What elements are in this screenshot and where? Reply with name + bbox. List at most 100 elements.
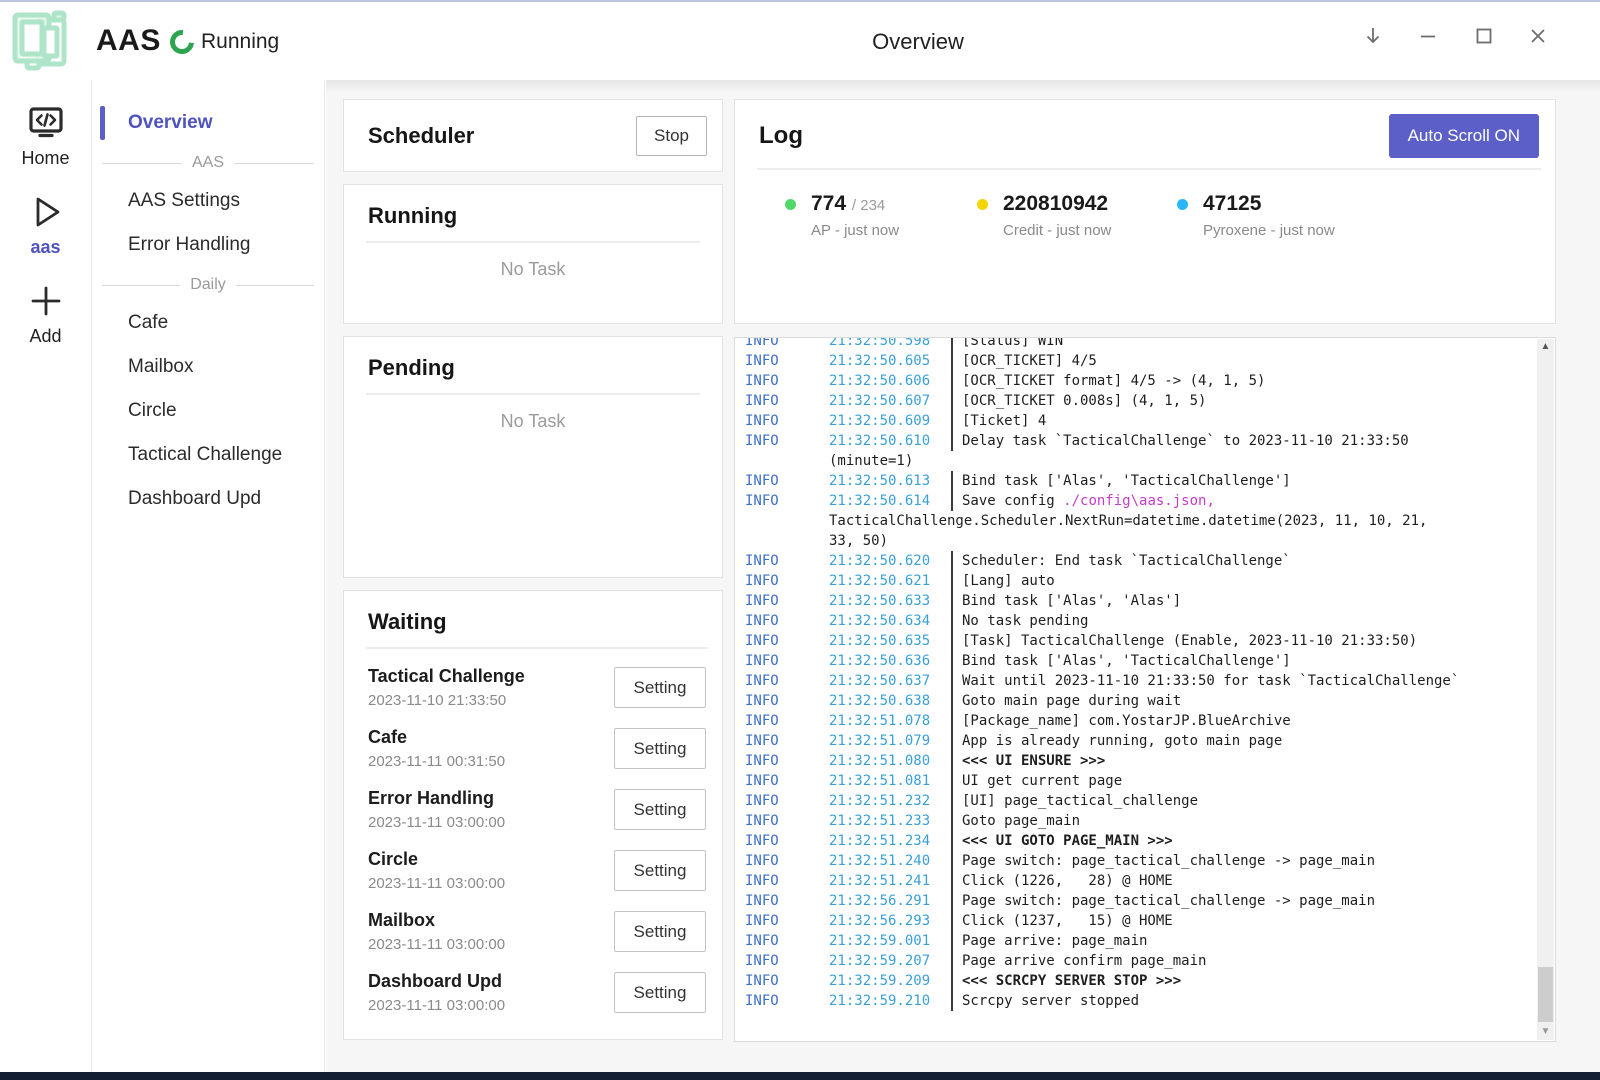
task-setting-button-circle[interactable]: Setting bbox=[614, 850, 706, 891]
waiting-task-row: Tactical Challenge2023-11-10 21:33:50Set… bbox=[368, 657, 706, 718]
log-separator bbox=[951, 651, 953, 671]
window-bottom-edge bbox=[0, 1072, 1600, 1080]
stat-value-suffix: / 234 bbox=[852, 197, 885, 214]
nav-item-cafe[interactable]: Cafe bbox=[92, 302, 324, 344]
log-line: INFO21:32:50.635[Task] TacticalChallenge… bbox=[745, 631, 1555, 651]
pending-card: Pending No Task bbox=[343, 336, 723, 578]
log-level: INFO bbox=[745, 391, 829, 411]
log-timestamp: 21:32:50.614 bbox=[829, 491, 951, 511]
log-timestamp: 21:32:50.620 bbox=[829, 551, 951, 571]
log-separator bbox=[951, 911, 953, 931]
log-level: INFO bbox=[745, 631, 829, 651]
log-timestamp: 21:32:59.210 bbox=[829, 991, 951, 1011]
app-title: AAS bbox=[96, 24, 161, 58]
task-setting-button-tactical-challenge[interactable]: Setting bbox=[614, 667, 706, 708]
log-separator bbox=[951, 891, 953, 911]
log-message: [OCR_TICKET] 4/5 bbox=[962, 351, 1097, 371]
log-message: [Task] TacticalChallenge (Enable, 2023-1… bbox=[962, 631, 1417, 651]
log-message: [Package_name] com.YostarJP.BlueArchive bbox=[962, 711, 1291, 731]
task-setting-button-error-handling[interactable]: Setting bbox=[614, 789, 706, 830]
log-level: INFO bbox=[745, 751, 829, 771]
log-title: Log bbox=[759, 122, 803, 150]
close-button[interactable] bbox=[1515, 16, 1561, 56]
log-level: INFO bbox=[745, 351, 829, 371]
log-message: Save config ./config\aas.json, bbox=[962, 491, 1215, 511]
nav-item-aas-settings[interactable]: AAS Settings bbox=[92, 180, 324, 222]
stat-label: Pyroxene - just now bbox=[1203, 222, 1335, 239]
scheduler-status-text: Running bbox=[201, 30, 279, 54]
scheduler-card: Scheduler Stop bbox=[343, 99, 723, 172]
stat-dot-icon bbox=[977, 199, 988, 210]
waiting-title: Waiting bbox=[368, 609, 706, 635]
nav-item-dashboard-upd[interactable]: Dashboard Upd bbox=[92, 478, 324, 520]
log-separator bbox=[951, 571, 953, 591]
log-level: INFO bbox=[745, 931, 829, 951]
log-config-path: ./config\aas.json, bbox=[1063, 493, 1215, 509]
task-setting-button-cafe[interactable]: Setting bbox=[614, 728, 706, 769]
titlebar: AAS Running Overview bbox=[0, 2, 1600, 80]
stat-label: Credit - just now bbox=[1003, 222, 1111, 239]
scheduler-title: Scheduler bbox=[368, 123, 474, 149]
log-level: INFO bbox=[745, 791, 829, 811]
log-message: Delay task `TacticalChallenge` to 2023-1… bbox=[962, 431, 1409, 451]
log-separator bbox=[951, 411, 953, 431]
log-separator bbox=[951, 631, 953, 651]
log-view[interactable]: INFO21:32:50.598[Status] WININFO21:32:50… bbox=[734, 337, 1556, 1042]
log-line: INFO21:32:50.636Bind task ['Alas', 'Tact… bbox=[745, 651, 1555, 671]
scroll-down-arrow-icon[interactable]: ▼ bbox=[1537, 1024, 1554, 1040]
log-message: Page switch: page_tactical_challenge -> … bbox=[962, 851, 1375, 871]
log-vertical-scrollbar[interactable]: ▲ ▼ bbox=[1537, 339, 1554, 1040]
log-line: INFO21:32:51.234<<< UI GOTO PAGE_MAIN >>… bbox=[745, 831, 1555, 851]
nav-item-circle[interactable]: Circle bbox=[92, 390, 324, 432]
home-icon bbox=[25, 102, 67, 144]
aas-icon bbox=[25, 191, 67, 233]
log-message: <<< UI GOTO PAGE_MAIN >>> bbox=[962, 831, 1173, 851]
log-level: INFO bbox=[745, 691, 829, 711]
log-message: Goto main page during wait bbox=[962, 691, 1181, 711]
log-line: INFO21:32:59.001Page arrive: page_main bbox=[745, 931, 1555, 951]
auto-scroll-toggle-button[interactable]: Auto Scroll ON bbox=[1389, 114, 1539, 158]
log-level: INFO bbox=[745, 611, 829, 631]
log-timestamp: 21:32:50.634 bbox=[829, 611, 951, 631]
minimize-button[interactable] bbox=[1405, 16, 1451, 56]
nav-group-label: Daily bbox=[190, 276, 226, 294]
nav-group-divider: Daily bbox=[92, 268, 324, 302]
task-setting-button-mailbox[interactable]: Setting bbox=[614, 911, 706, 952]
divider-line bbox=[234, 163, 314, 164]
log-level: INFO bbox=[745, 337, 829, 351]
maximize-button[interactable] bbox=[1461, 16, 1507, 56]
rail-item-aas[interactable]: aas bbox=[0, 191, 91, 258]
log-level: INFO bbox=[745, 871, 829, 891]
nav-item-overview[interactable]: Overview bbox=[92, 102, 324, 144]
log-message: UI get current page bbox=[962, 771, 1122, 791]
log-message: [UI] page_tactical_challenge bbox=[962, 791, 1198, 811]
stat-pyroxene: 47125Pyroxene - just now bbox=[1177, 192, 1335, 239]
waiting-card: Waiting Tactical Challenge2023-11-10 21:… bbox=[343, 590, 723, 1040]
nav-group-divider: AAS bbox=[92, 146, 324, 180]
scroll-up-arrow-icon[interactable]: ▲ bbox=[1537, 339, 1554, 355]
nav-item-mailbox[interactable]: Mailbox bbox=[92, 346, 324, 388]
log-message: Page arrive confirm page_main bbox=[962, 951, 1206, 971]
log-separator bbox=[951, 831, 953, 851]
scheduler-stop-button[interactable]: Stop bbox=[636, 116, 707, 156]
log-level: INFO bbox=[745, 471, 829, 491]
log-separator bbox=[951, 751, 953, 771]
rail-item-add[interactable]: Add bbox=[0, 280, 91, 347]
main-area: Scheduler Stop Running No Task Pending N… bbox=[326, 80, 1600, 1072]
log-level: INFO bbox=[745, 551, 829, 571]
waiting-task-name: Circle bbox=[368, 849, 505, 870]
scrollbar-thumb[interactable] bbox=[1538, 967, 1553, 1022]
nav-item-error-handling[interactable]: Error Handling bbox=[92, 224, 324, 266]
waiting-task-info: Mailbox2023-11-11 03:00:00 bbox=[368, 910, 505, 953]
waiting-task-next-run: 2023-11-11 03:00:00 bbox=[368, 936, 505, 953]
log-line: INFO21:32:51.241Click (1226, 28) @ HOME bbox=[745, 871, 1555, 891]
rail-item-home[interactable]: Home bbox=[0, 102, 91, 169]
log-level-spacer bbox=[745, 451, 829, 471]
download-update-button[interactable] bbox=[1350, 16, 1396, 56]
stat-dot-icon bbox=[785, 199, 796, 210]
task-setting-button-dashboard-upd[interactable]: Setting bbox=[614, 972, 706, 1013]
log-line: INFO21:32:50.621[Lang] auto bbox=[745, 571, 1555, 591]
log-separator bbox=[951, 711, 953, 731]
nav-item-tactical-challenge[interactable]: Tactical Challenge bbox=[92, 434, 324, 476]
log-separator bbox=[951, 591, 953, 611]
